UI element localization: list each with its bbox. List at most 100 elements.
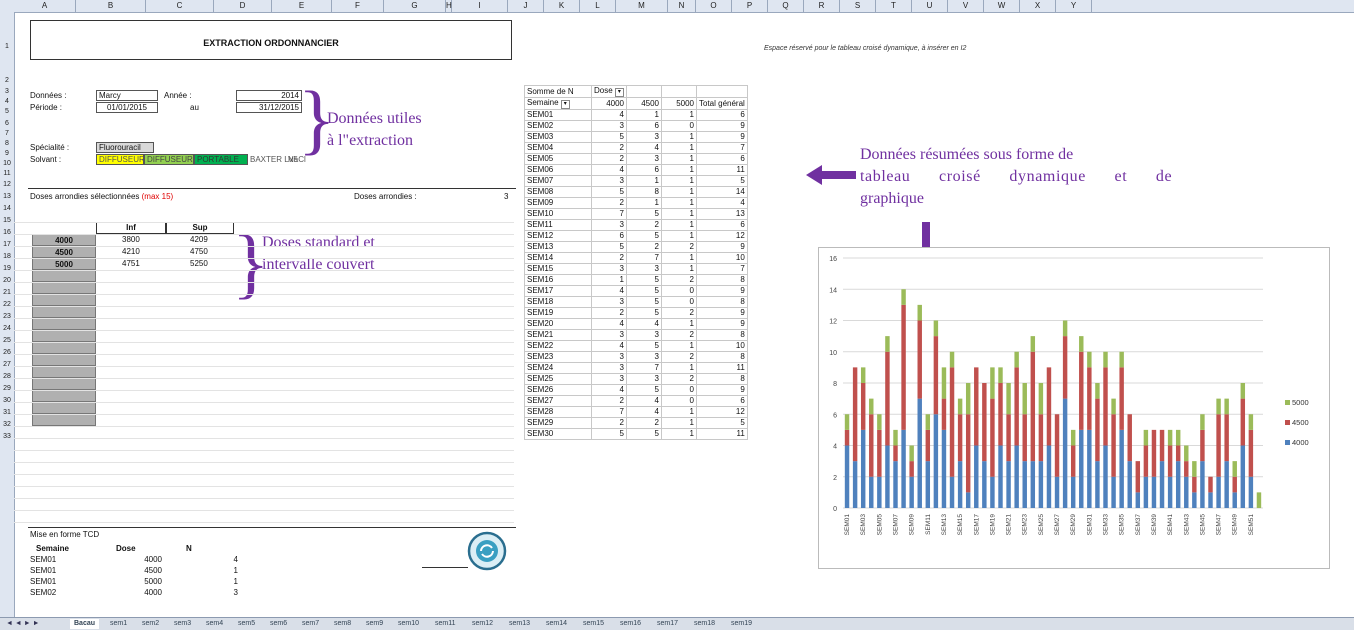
dose-cell[interactable] [32, 294, 96, 306]
row-header[interactable]: 10 [0, 159, 14, 168]
dose-cell[interactable] [32, 402, 96, 414]
dose-cell[interactable]: 5000 [32, 258, 96, 270]
column-header-A[interactable]: A [14, 0, 76, 12]
row-header[interactable]: 8 [0, 139, 14, 148]
sheet-tab[interactable]: sem6 [266, 619, 291, 629]
column-header-K[interactable]: K [544, 0, 580, 12]
column-header-Y[interactable]: Y [1056, 0, 1092, 12]
column-header-I[interactable]: I [452, 0, 508, 12]
row-header[interactable]: 7 [0, 129, 14, 138]
sheet-tab[interactable]: sem8 [330, 619, 355, 629]
periode-from-field[interactable]: 01/01/2015 [96, 102, 158, 113]
filter-dropdown-icon[interactable]: ▾ [614, 88, 624, 97]
row-header[interactable]: 9 [0, 149, 14, 158]
dose-cell[interactable] [32, 318, 96, 330]
dose-cell[interactable] [32, 282, 96, 294]
column-header-R[interactable]: R [804, 0, 840, 12]
sheet-tab[interactable]: Bacau [70, 619, 100, 629]
dose-cell[interactable] [32, 330, 96, 342]
column-header-O[interactable]: O [696, 0, 732, 12]
dose-cell[interactable]: 4500 [32, 246, 96, 258]
sheet-tab[interactable]: sem2 [138, 619, 163, 629]
stacked-bar-chart[interactable]: 0 2 4 6 8 10 12 14 16 SEM01 SEM03 SEM05 SEM07 SEM09 SE… [818, 247, 1330, 569]
row-header[interactable]: 5 [0, 107, 14, 116]
dose-cell[interactable] [32, 414, 96, 426]
column-header-J[interactable]: J [508, 0, 544, 12]
donnees-field[interactable]: Marcy [96, 90, 158, 101]
row-header[interactable]: 6 [0, 119, 14, 128]
row-header[interactable]: 33 [0, 432, 14, 441]
annee-field[interactable]: 2014 [236, 90, 302, 101]
row-header[interactable]: 27 [0, 360, 14, 369]
row-header[interactable]: 25 [0, 336, 14, 345]
dose-cell[interactable] [32, 306, 96, 318]
pivot-semaine-filter[interactable]: Semaine ▾ [524, 97, 592, 110]
row-header[interactable]: 18 [0, 252, 14, 261]
sheet-tab[interactable]: sem1 [106, 619, 131, 629]
sheet-tab[interactable]: sem16 [616, 619, 645, 629]
sheet-tab[interactable]: sem18 [690, 619, 719, 629]
column-header-P[interactable]: P [732, 0, 768, 12]
pivot-dose-filter[interactable]: Dose ▾ [591, 85, 627, 98]
dose-cell[interactable] [32, 354, 96, 366]
sheet-tab[interactable]: sem15 [579, 619, 608, 629]
dose-cell[interactable]: 4000 [32, 234, 96, 246]
row-header[interactable]: 28 [0, 372, 14, 381]
row-header[interactable]: 2 [0, 76, 14, 85]
sheet-tab[interactable]: sem5 [234, 619, 259, 629]
row-header[interactable]: 32 [0, 420, 14, 429]
row-header[interactable]: 1 [0, 42, 14, 51]
sheet-tab[interactable]: sem11 [431, 619, 460, 629]
row-header[interactable]: 13 [0, 192, 14, 201]
sheet-tab[interactable]: sem3 [170, 619, 195, 629]
column-header-U[interactable]: U [912, 0, 948, 12]
sheet-tab[interactable]: sem9 [362, 619, 387, 629]
dose-cell[interactable] [32, 366, 96, 378]
refresh-button[interactable] [466, 530, 508, 572]
sheet-tab[interactable]: sem12 [468, 619, 497, 629]
dose-cell[interactable] [32, 378, 96, 390]
row-header[interactable]: 26 [0, 348, 14, 357]
column-header-F[interactable]: F [332, 0, 384, 12]
row-header[interactable]: 15 [0, 216, 14, 225]
row-header[interactable]: 3 [0, 87, 14, 96]
column-header-W[interactable]: W [984, 0, 1020, 12]
row-header[interactable]: 19 [0, 264, 14, 273]
row-header[interactable]: 29 [0, 384, 14, 393]
sheet-tab[interactable]: sem19 [727, 619, 756, 629]
row-header[interactable]: 20 [0, 276, 14, 285]
specialite-field[interactable]: Fluorouracil [96, 142, 154, 153]
row-header[interactable]: 14 [0, 204, 14, 213]
row-header[interactable]: 24 [0, 324, 14, 333]
row-header[interactable]: 22 [0, 300, 14, 309]
dose-cell[interactable] [32, 390, 96, 402]
row-header[interactable]: 30 [0, 396, 14, 405]
sheet-tab[interactable]: sem7 [298, 619, 323, 629]
row-header[interactable]: 31 [0, 408, 14, 417]
row-header[interactable]: 4 [0, 97, 14, 106]
row-header[interactable]: 12 [0, 180, 14, 189]
dose-cell[interactable] [32, 342, 96, 354]
dose-cell[interactable] [32, 270, 96, 282]
column-header-S[interactable]: S [840, 0, 876, 12]
column-header-V[interactable]: V [948, 0, 984, 12]
solvant-field-3[interactable]: PORTABLE [194, 154, 248, 165]
column-header-D[interactable]: D [214, 0, 272, 12]
sheet-tab[interactable]: sem13 [505, 619, 534, 629]
solvant-field-2[interactable]: DIFFUSEUR [144, 154, 194, 165]
column-header-G[interactable]: G [384, 0, 446, 12]
sheet-tab[interactable]: sem10 [394, 619, 423, 629]
sheet-tab[interactable]: sem4 [202, 619, 227, 629]
column-header-N[interactable]: N [668, 0, 696, 12]
tab-nav-icon[interactable]: ◄ ◄ ► ► [2, 619, 44, 629]
column-header-E[interactable]: E [272, 0, 332, 12]
column-header-Q[interactable]: Q [768, 0, 804, 12]
solvant-field-1[interactable]: DIFFUSEUR [96, 154, 145, 165]
row-header[interactable]: 11 [0, 169, 14, 178]
column-header-T[interactable]: T [876, 0, 912, 12]
filter-dropdown-icon[interactable]: ▾ [560, 100, 570, 109]
sheet-tab[interactable]: sem17 [653, 619, 682, 629]
row-header[interactable]: 16 [0, 228, 14, 237]
sheet-tab[interactable]: sem14 [542, 619, 571, 629]
periode-to-field[interactable]: 31/12/2015 [236, 102, 302, 113]
